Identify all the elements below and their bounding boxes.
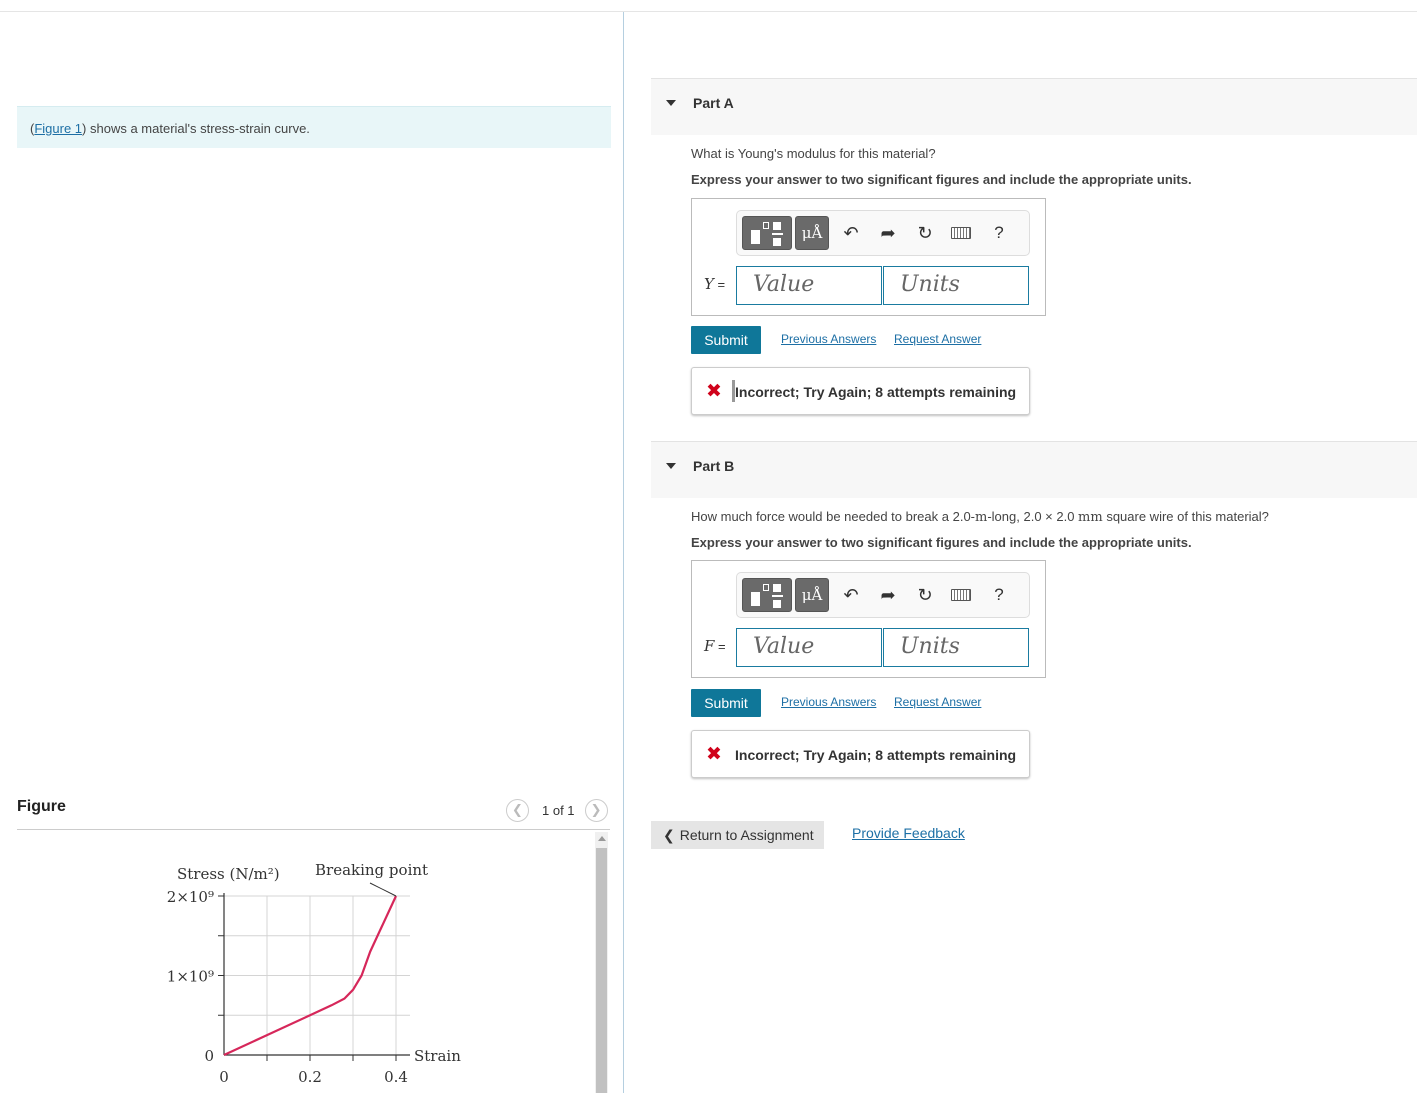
x-tick-label: 0.4 [384, 1068, 408, 1086]
x-tick-label: 0.2 [298, 1068, 322, 1086]
x-axis-label: Strain [414, 1047, 461, 1065]
reset-icon[interactable]: ↻ [913, 220, 937, 246]
top-border [0, 11, 1417, 12]
redo-icon[interactable]: ➦ [876, 582, 900, 608]
undo-icon[interactable]: ↶ [839, 220, 863, 246]
error-icon: ✖ [706, 381, 722, 402]
part-b-instruction: Express your answer to two significant f… [691, 535, 1192, 550]
feedback-message: Incorrect; Try Again; 8 attempts remaini… [735, 384, 1017, 400]
part-a-question: What is Young's modulus for this materia… [691, 146, 936, 161]
figure-scrollbar[interactable] [595, 832, 608, 1093]
return-to-assignment-button[interactable]: ❮ Return to Assignment [651, 821, 824, 849]
chevron-right-icon[interactable]: ❯ [584, 798, 608, 822]
collapse-triangle-icon[interactable] [666, 463, 676, 469]
x-tick-label: 0 [219, 1068, 229, 1086]
part-a-title: Part A [693, 95, 734, 111]
part-b-feedback: ✖ Incorrect; Try Again; 8 attempts remai… [691, 730, 1030, 778]
scroll-thumb[interactable] [596, 848, 607, 1093]
part-a-header[interactable]: Part A [651, 78, 1417, 135]
value-input[interactable]: Value [736, 266, 882, 305]
part-b-header[interactable]: Part B [651, 441, 1417, 498]
undo-icon[interactable]: ↶ [839, 582, 863, 608]
part-a-answer-box: μÅ ↶ ➦ ↻ ? Y = Value Units [691, 198, 1046, 316]
variable-label: F = [704, 637, 726, 655]
part-b-answer-box: μÅ ↶ ➦ ↻ ? F = Value Units [691, 560, 1046, 678]
chart-axes [223, 893, 410, 1056]
feedback-message: Incorrect; Try Again; 8 attempts remaini… [735, 747, 1017, 763]
y-tick-label: 2×10⁹ [167, 888, 214, 906]
part-a-submit-button[interactable]: Submit [691, 326, 761, 354]
column-divider [623, 12, 624, 1093]
chevron-left-icon[interactable]: ❮ [506, 798, 529, 822]
units-input[interactable]: Units [883, 628, 1029, 667]
part-b-submit-button[interactable]: Submit [691, 689, 761, 717]
part-b-request-answer-link[interactable]: Request Answer [894, 695, 981, 709]
return-label: Return to Assignment [679, 827, 814, 843]
help-icon[interactable]: ? [987, 582, 1011, 608]
chevron-left-icon: ❮ [663, 826, 675, 843]
templates-button[interactable] [742, 578, 792, 612]
math-toolbar: μÅ ↶ ➦ ↻ ? [736, 572, 1030, 618]
templates-button[interactable] [742, 216, 792, 250]
chart-ticks: 0 0.2 0.4 0 1×10⁹ 2×10⁹ [167, 888, 408, 1086]
part-b-title: Part B [693, 458, 735, 474]
math-toolbar: μÅ ↶ ➦ ↻ ? [736, 210, 1030, 256]
figure-divider [17, 829, 610, 830]
scroll-up-icon[interactable] [598, 836, 606, 841]
intro-box: (Figure 1) shows a material's stress-str… [17, 106, 611, 148]
keyboard-icon[interactable] [949, 582, 973, 608]
part-a-instruction: Express your answer to two significant f… [691, 172, 1192, 187]
part-b-previous-answers-link[interactable]: Previous Answers [781, 695, 876, 709]
help-icon[interactable]: ? [987, 220, 1011, 246]
units-input[interactable]: Units [883, 266, 1029, 305]
error-icon: ✖ [706, 744, 722, 765]
y-tick-label: 0 [204, 1047, 214, 1065]
chart-grid [224, 895, 410, 1055]
part-a-request-answer-link[interactable]: Request Answer [894, 332, 981, 346]
value-input[interactable]: Value [736, 628, 882, 667]
breaking-point-label: Breaking point [315, 861, 428, 879]
provide-feedback-link[interactable]: Provide Feedback [852, 825, 965, 841]
part-b-question: How much force would be needed to break … [691, 509, 1269, 525]
y-tick-label: 1×10⁹ [167, 968, 214, 986]
figure-pager: ❮ 1 of 1 ❯ [506, 798, 608, 822]
part-a-feedback: ✖ Incorrect; Try Again; 8 attempts remai… [691, 367, 1030, 415]
part-a-previous-answers-link[interactable]: Previous Answers [781, 332, 876, 346]
keyboard-icon[interactable] [949, 220, 973, 246]
variable-label: Y = [704, 275, 726, 293]
figure-link[interactable]: Figure 1 [34, 121, 82, 136]
units-button[interactable]: μÅ [795, 216, 829, 250]
intro-text: ) shows a material's stress-strain curve… [82, 121, 310, 136]
reset-icon[interactable]: ↻ [913, 582, 937, 608]
collapse-triangle-icon[interactable] [666, 100, 676, 106]
y-axis-label: Stress (N/m²) [177, 865, 280, 883]
figure-title: Figure [17, 798, 66, 815]
units-button[interactable]: μÅ [795, 578, 829, 612]
redo-icon[interactable]: ➦ [876, 220, 900, 246]
stress-strain-chart: 0 0.2 0.401×10⁹2×10⁹ Stress (N/m²) Strain … [167, 861, 461, 1086]
breaking-point-leader [369, 882, 397, 897]
pager-text: 1 of 1 [542, 802, 575, 818]
